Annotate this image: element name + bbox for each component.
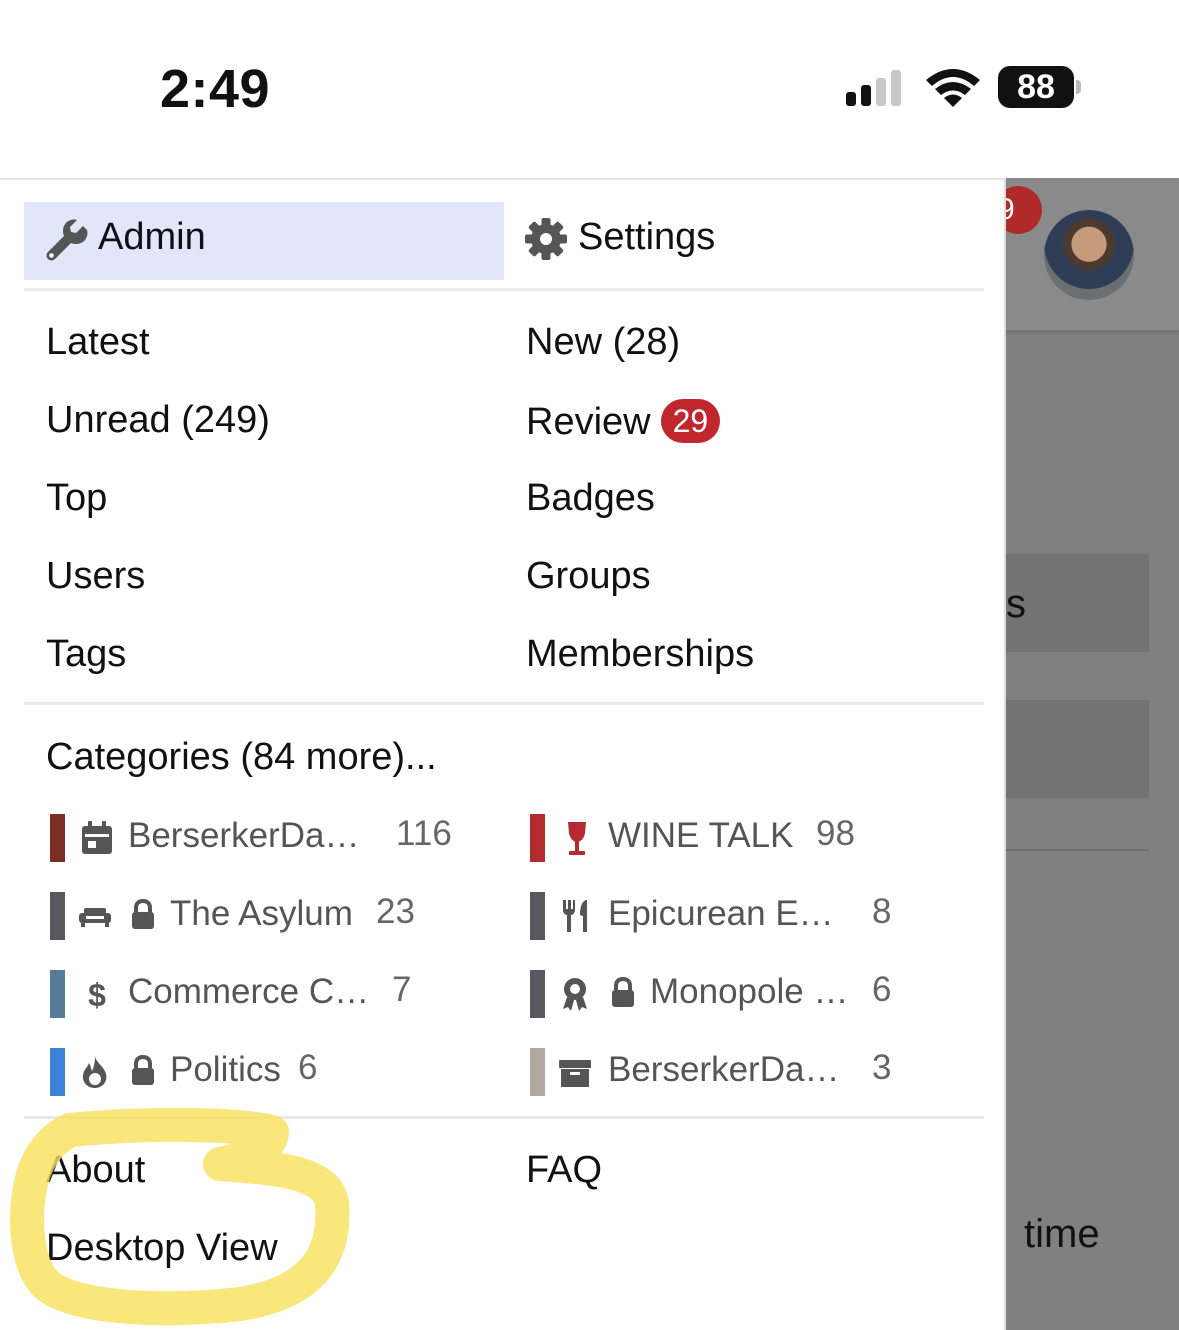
admin-link-content[interactable]: Admin: [44, 216, 206, 261]
category-name: BerserkerDa…: [608, 1050, 840, 1089]
calendar-icon: [82, 821, 112, 854]
category-color-bar: [50, 814, 65, 862]
background-block: s: [1006, 554, 1149, 652]
category-color-bar: [530, 814, 545, 862]
category-count: 8: [872, 892, 892, 931]
category-item[interactable]: BerserkerDa… 116: [50, 814, 490, 862]
background-page-overlay[interactable]: 9 s time: [994, 178, 1179, 1330]
category-color-bar: [530, 970, 545, 1018]
background-block: [1006, 700, 1149, 798]
category-count: 7: [392, 970, 412, 1009]
menu-divider: [24, 288, 984, 291]
background-partial-text: time: [1024, 1212, 1100, 1256]
settings-link[interactable]: Settings: [524, 216, 715, 261]
category-count: 23: [376, 892, 415, 931]
lock-icon: [132, 1054, 154, 1085]
category-name: The Asylum: [170, 894, 353, 933]
category-item[interactable]: The Asylum 23: [50, 892, 490, 940]
status-time: 2:49: [160, 59, 271, 119]
category-item[interactable]: Epicurean E… 8: [530, 892, 970, 940]
battery-level: 88: [998, 66, 1074, 108]
review-count-badge: 29: [660, 399, 721, 443]
nav-latest[interactable]: Latest: [46, 321, 150, 364]
user-avatar[interactable]: [1044, 210, 1134, 300]
category-name: Monopole …: [650, 972, 849, 1011]
menu-divider: [24, 1116, 984, 1119]
nav-groups[interactable]: Groups: [526, 555, 651, 598]
nav-users[interactable]: Users: [46, 555, 145, 598]
nav-new[interactable]: New (28): [526, 321, 680, 364]
background-partial-text: s: [1006, 582, 1026, 626]
wifi-icon: [926, 69, 980, 107]
hamburger-menu-panel: Admin Settings Latest Unread (249) Top U…: [0, 178, 1006, 1330]
lock-icon: [612, 976, 634, 1007]
wrench-icon: [46, 219, 88, 261]
category-item[interactable]: Politics 6: [50, 1048, 490, 1096]
settings-label: Settings: [578, 216, 716, 258]
nav-top[interactable]: Top: [46, 477, 107, 520]
category-name: Commerce C…: [128, 972, 370, 1011]
archive-icon: [559, 1060, 591, 1087]
category-count: 116: [396, 814, 452, 853]
nav-memberships[interactable]: Memberships: [526, 633, 754, 676]
admin-label: Admin: [98, 216, 206, 258]
couch-icon: [79, 908, 111, 927]
category-item[interactable]: WINE TALK 98: [530, 814, 970, 862]
gear-icon: [525, 217, 567, 260]
category-color-bar: [530, 1048, 545, 1096]
svg-text:$: $: [88, 977, 106, 1012]
categories-heading-link[interactable]: Categories (84 more)...: [46, 736, 437, 779]
cellular-signal-icon: [846, 70, 906, 106]
category-color-bar: [50, 970, 65, 1018]
category-count: 3: [872, 1048, 892, 1087]
category-item[interactable]: Monopole … 6: [530, 970, 970, 1018]
category-name: WINE TALK: [608, 816, 794, 855]
footer-faq-link[interactable]: FAQ: [526, 1149, 602, 1192]
footer-desktop-view-link[interactable]: Desktop View: [46, 1227, 278, 1270]
category-name: Epicurean E…: [608, 894, 834, 933]
footer-about-link[interactable]: About: [46, 1149, 145, 1192]
nav-review-label: Review: [526, 401, 651, 443]
menu-divider: [24, 702, 984, 705]
category-name: BerserkerDa…: [128, 816, 360, 855]
wine-glass-icon: [568, 822, 586, 855]
fire-icon: [82, 1056, 107, 1088]
category-color-bar: [50, 1048, 65, 1096]
category-count: 6: [872, 970, 892, 1009]
category-color-bar: [50, 892, 65, 940]
category-item[interactable]: $ Commerce C… 7: [50, 970, 490, 1018]
background-header: 9: [994, 178, 1179, 330]
utensils-icon: [563, 900, 587, 932]
nav-badges[interactable]: Badges: [526, 477, 655, 520]
category-count: 6: [298, 1048, 318, 1087]
background-divider: [1006, 849, 1149, 851]
status-bar: 2:49 88: [0, 0, 1179, 178]
lock-icon: [132, 898, 154, 929]
category-name: Politics: [170, 1050, 281, 1089]
battery-icon: 88: [998, 66, 1084, 110]
nav-unread[interactable]: Unread (249): [46, 399, 270, 442]
dollar-icon: $: [88, 977, 106, 1012]
category-color-bar: [530, 892, 545, 940]
nav-tags[interactable]: Tags: [46, 633, 126, 676]
award-icon: [563, 978, 587, 1011]
category-count: 98: [816, 814, 855, 853]
category-item[interactable]: BerserkerDa… 3: [530, 1048, 970, 1096]
nav-review[interactable]: Review 29: [526, 399, 721, 444]
